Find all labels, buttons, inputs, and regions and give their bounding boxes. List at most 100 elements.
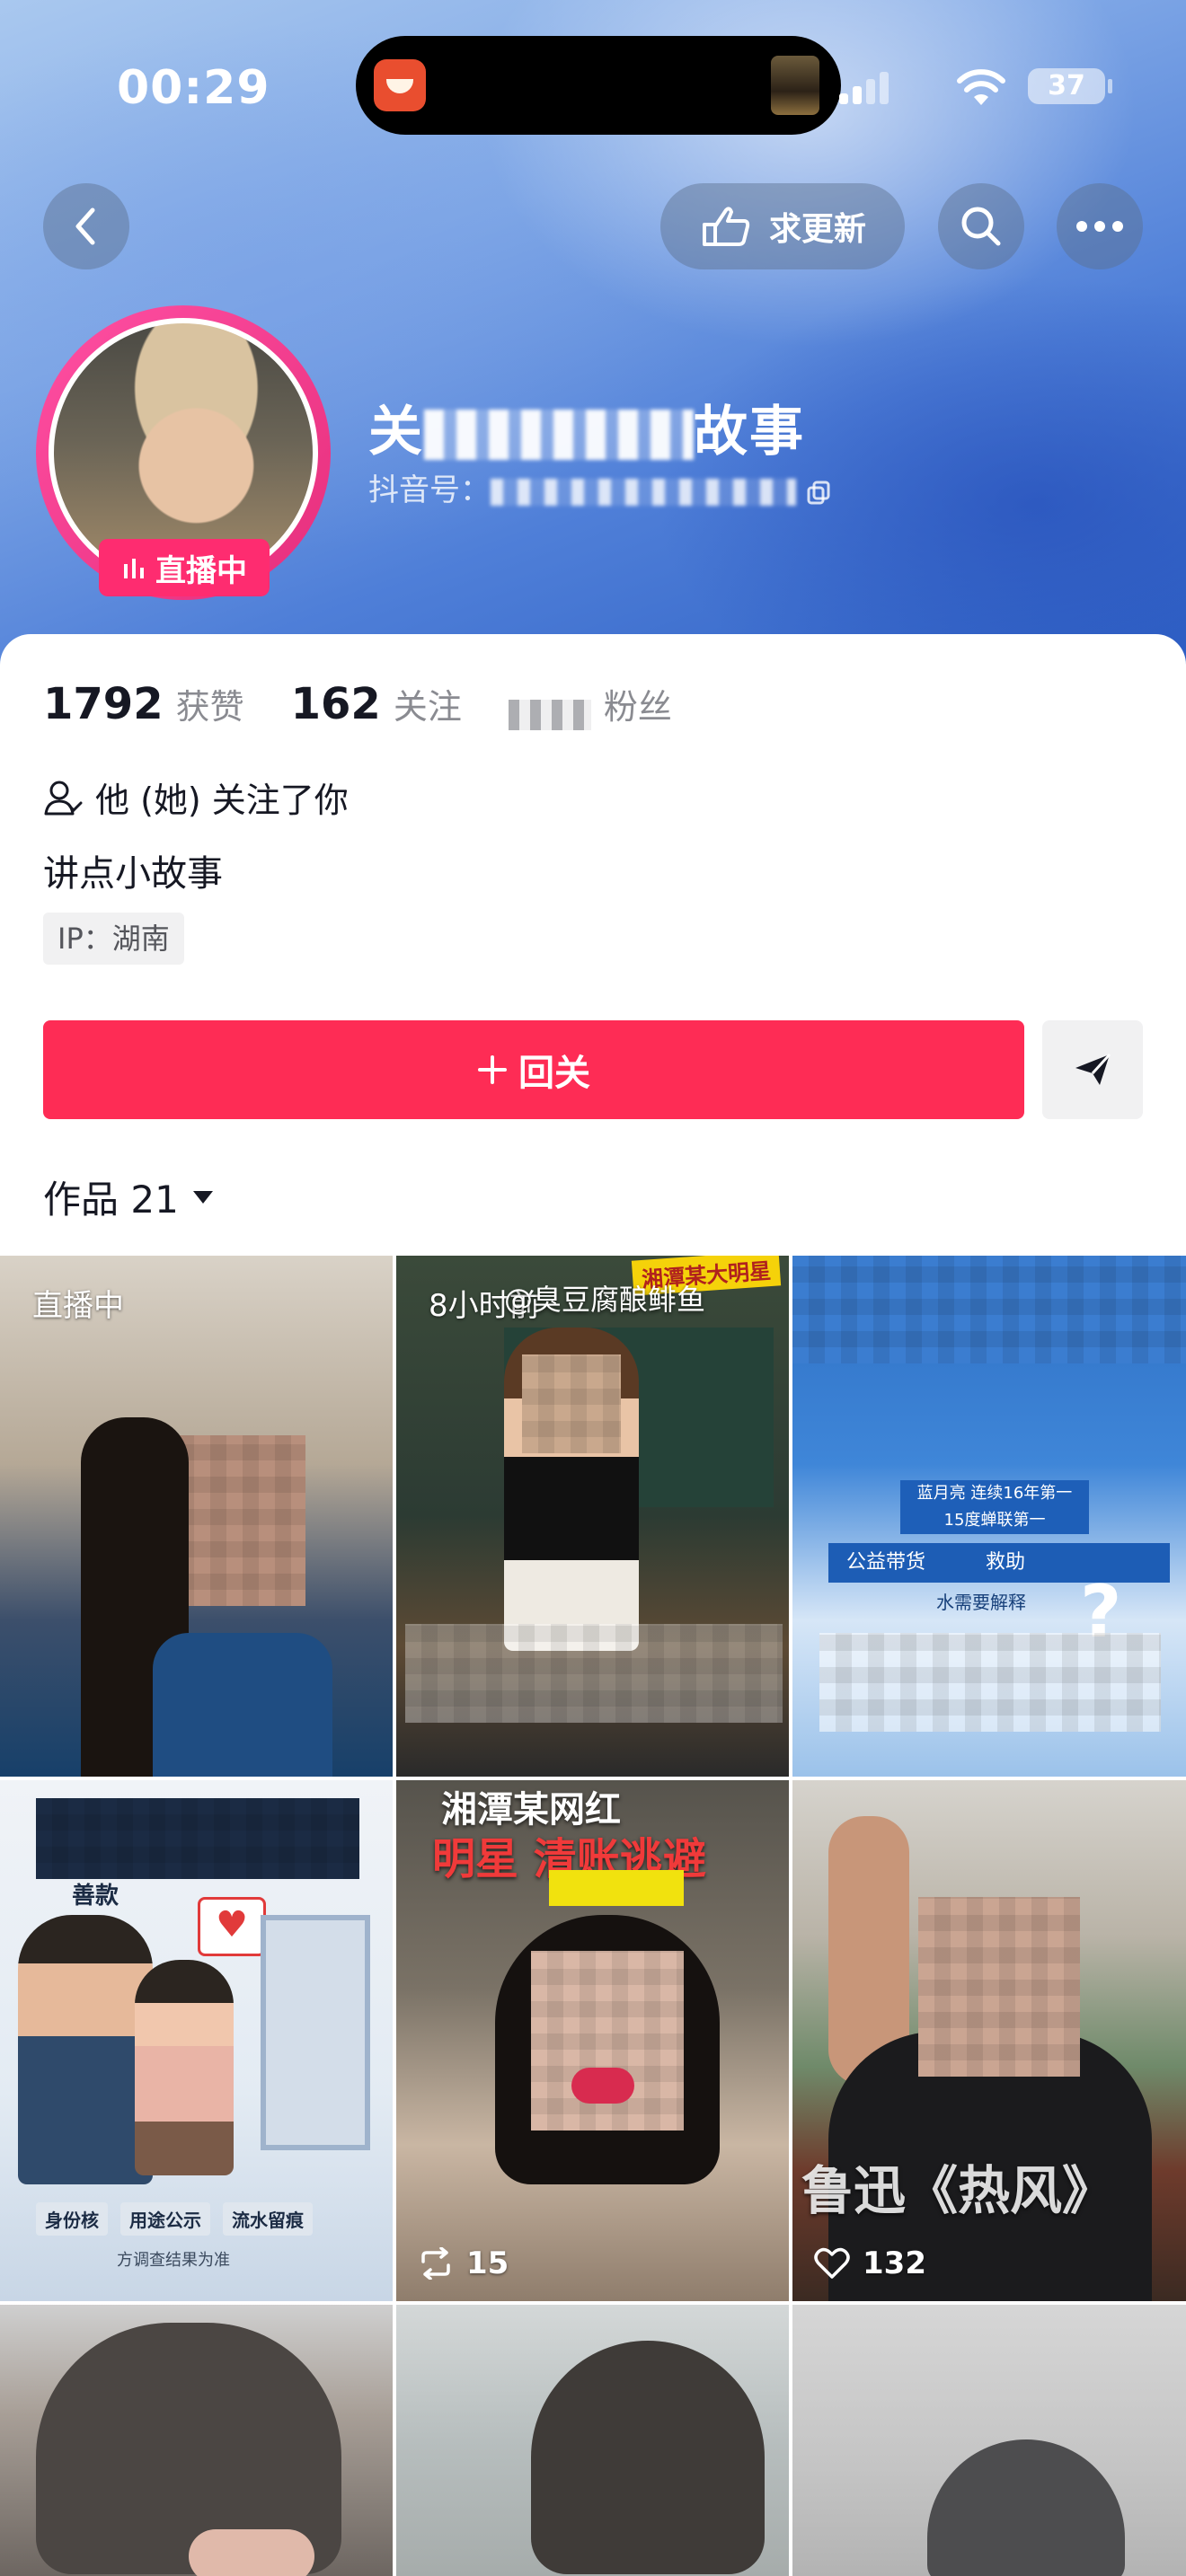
follows-you-text: 他 (她) 关注了你 [95,781,349,820]
caret-down-icon [192,1190,213,1204]
more-button[interactable] [1057,183,1143,269]
stat-followers-label: 粉丝 [603,687,672,727]
pixelated-face [522,1354,621,1453]
send-message-button[interactable] [1042,1020,1143,1119]
pixelated-face [531,1951,684,2130]
live-badge[interactable]: 直播中 [99,539,270,596]
profile-id[interactable]: 抖音号： [368,465,831,509]
tile-4-pills: 身份核 用途公示 流水留痕 [36,2202,377,2236]
more-dots-icon [1076,221,1123,232]
cartoon-woman [135,1960,234,2175]
redacted-id [491,478,796,506]
profile-name-end: 故事 [694,401,805,463]
video-tile-8[interactable] [396,2305,789,2576]
tile-3-line-2: 15度蝉联第一 [943,1511,1046,1530]
video-tile-4[interactable]: 善款 ♥ 身份核 用途公示 流水留痕 方调查结果为准 [0,1780,393,2301]
tile-4-line-1: 善款 [72,1883,119,1910]
search-icon [961,207,1001,246]
user-icon [44,781,83,815]
tile-6-count-value: 132 [863,2245,926,2281]
profile-bio: 讲点小故事 [43,853,223,895]
live-bars-icon [124,559,144,578]
video-tile-7[interactable] [0,2305,393,2576]
tile-3-line-1: 蓝月亮 连续16年第一 [916,1484,1073,1503]
profile-name-start: 关 [368,401,424,463]
repost-icon [421,2247,450,2280]
bottles-row [792,1256,1186,1363]
pixelated-title [36,1798,359,1879]
tile-3-line-3: 公益带货 [846,1551,926,1574]
cat-head [927,2439,1125,2576]
pixelated-caption [819,1633,1161,1732]
stat-followers[interactable]: 粉丝 [508,679,672,730]
tile-4-line-2: 身份核 [36,2202,108,2236]
tile-4-line-5: 方调查结果为准 [117,2251,230,2270]
redacted-name [424,410,694,461]
search-button[interactable] [938,183,1024,269]
copy-icon[interactable] [806,480,831,505]
profile-info-card: 1792 获赞 162 关注 粉丝 他 (她) 关注了你 讲点小故事 IP：湖南 回… [0,634,1186,1263]
battery-icon: 37 [1028,68,1112,104]
tile-3-line-5: 水需要解释 [936,1592,1026,1613]
signal-icon [839,68,890,104]
dynamic-island[interactable] [356,36,841,135]
door-silhouette [261,1915,370,2150]
stat-following-value: 162 [290,679,381,729]
media-thumbnail [771,56,819,115]
request-update-label: 求更新 [768,211,866,248]
follow-back-label: 回关 [518,1053,590,1094]
back-button[interactable] [43,183,129,269]
video-tile-1[interactable]: 直播中 [0,1256,393,1777]
red-lips [571,2068,634,2104]
stat-likes-value: 1792 [43,679,164,729]
tile-6-like-count: 132 [814,2245,926,2281]
tab-works[interactable]: 作品 21 [43,1169,215,1224]
yellow-strip [549,1870,684,1906]
tile-4-line-4: 流水留痕 [223,2202,313,2236]
plus-icon [478,1055,507,1084]
tile-3-sign: 蓝月亮 连续16年第一 15度蝉联第一 [900,1480,1089,1534]
pixelated-face [918,1897,1080,2077]
redacted-followers-value [508,699,591,730]
video-grid: 直播中 湘潭某大明星 8小时前 @臭豆腐酿鲱鱼 蓝月亮 连续16年第一 15度蝉… [0,1256,1186,2576]
follow-back-button[interactable]: 回关 [43,1020,1024,1119]
cartoon-man [18,1915,153,2184]
heart-card: ♥ [198,1897,266,1956]
cat-head [531,2341,765,2574]
tile-2-watermark: @臭豆腐酿鲱鱼 [504,1283,706,1317]
profile-id-label: 抖音号： [368,472,491,508]
heart-icon [814,2247,850,2279]
video-tile-3[interactable]: 蓝月亮 连续16年第一 15度蝉联第一 公益带货 救助 水需要解释 ? [792,1256,1186,1777]
stat-following-label: 关注 [393,687,462,727]
live-badge-label: 直播中 [155,552,247,589]
follows-you-note: 他 (她) 关注了你 [43,772,349,822]
profile-stats: 1792 获赞 162 关注 粉丝 [43,679,672,730]
stat-following[interactable]: 162 关注 [291,679,462,729]
chevron-left-icon [75,207,95,245]
video-tile-5[interactable]: 湘潭某网红 明星 清账逃避 15 [396,1780,789,2301]
stat-likes[interactable]: 1792 获赞 [43,679,244,729]
tile-5-count-value: 15 [466,2245,509,2281]
tab-works-label: 作品 21 [43,1178,179,1222]
tile-6-overlay: 鲁迅《热风》 [801,2160,1115,2221]
stat-likes-label: 获赞 [175,687,244,727]
ip-location-tag: IP：湖南 [43,913,184,965]
tile-3-line-4: 救助 [986,1551,1026,1574]
tile-4-line-3: 用途公示 [120,2202,210,2236]
profile-name: 关 故事 [368,388,805,466]
status-bar: 00:29 37 [0,36,1186,135]
video-tile-2[interactable]: 湘潭某大明星 8小时前 @臭豆腐酿鲱鱼 [396,1256,789,1777]
pointing-hand-icon [702,207,750,246]
video-tile-9[interactable] [792,2305,1186,2576]
request-update-button[interactable]: 求更新 [660,183,905,269]
tile-5-repost-count: 15 [418,2245,509,2281]
blue-top [153,1633,332,1777]
video-tile-6[interactable]: 鲁迅《热风》 132 [792,1780,1186,2301]
hand [189,2529,314,2576]
wifi-icon [957,69,1005,105]
tile-1-status: 直播中 [32,1288,124,1324]
app-icon [374,59,426,111]
pixelated-caption [405,1624,783,1723]
paper-plane-icon [1075,1053,1111,1085]
status-time: 00:29 [117,61,270,115]
